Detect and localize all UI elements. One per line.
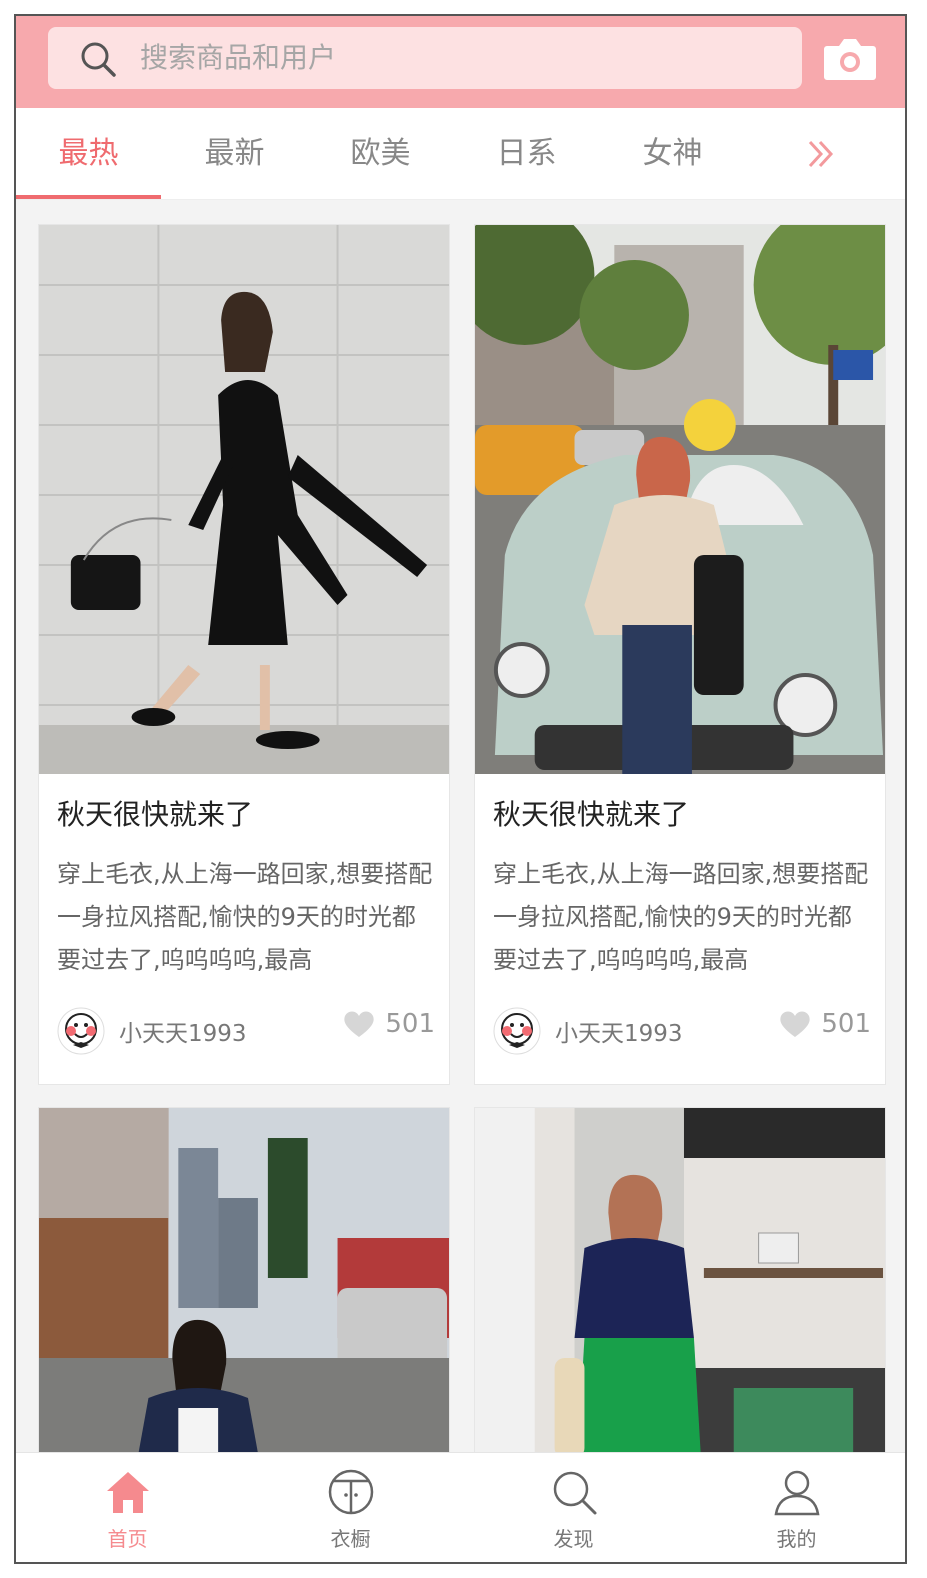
like-number: 501: [385, 1009, 435, 1039]
post-description: 穿上毛衣,从上海一路回家,想要搭配一身拉风搭配,愉快的9天的时光都要过去了,呜呜…: [57, 860, 433, 974]
active-tab-indicator: [16, 195, 161, 199]
post-title: 秋天很快就来了: [57, 798, 254, 831]
heart-icon: [344, 1011, 375, 1037]
tab-hottest[interactable]: 最热: [16, 108, 161, 200]
nav-label: 发现: [553, 1527, 594, 1551]
author-name: 小天天1993: [555, 1021, 683, 1047]
home-icon: [107, 1472, 149, 1513]
post-card[interactable]: 秋天很快就来了 穿上毛衣,从上海一路回家,想要搭配一身拉风搭配,愉快的9天的时光…: [38, 224, 450, 1085]
post-photo: [39, 1108, 449, 1454]
heart-icon: [780, 1011, 811, 1037]
profile-icon: [774, 1470, 820, 1516]
post-photo: [39, 225, 449, 774]
phone-screen: 最热 最新 欧美 日系 女神: [14, 14, 907, 1564]
nav-discover[interactable]: 发现: [462, 1453, 685, 1562]
discover-search-icon: [553, 1471, 597, 1515]
like-number: 501: [821, 1009, 871, 1039]
nav-label: 衣橱: [330, 1527, 371, 1551]
avatar: [57, 1007, 105, 1055]
search-bar[interactable]: [48, 27, 802, 89]
double-chevron-right-icon[interactable]: [802, 108, 842, 200]
nav-wardrobe[interactable]: 衣橱: [239, 1453, 462, 1562]
nav-label: 我的: [776, 1527, 817, 1551]
post-author[interactable]: 小天天1993: [493, 1007, 683, 1055]
post-author[interactable]: 小天天1993: [57, 1007, 247, 1055]
tab-goddess[interactable]: 女神: [600, 108, 745, 200]
tab-newest[interactable]: 最新: [162, 108, 307, 200]
avatar: [493, 1007, 541, 1055]
search-icon: [81, 42, 116, 77]
search-input[interactable]: [140, 27, 780, 89]
nav-home[interactable]: 首页: [16, 1453, 239, 1562]
bottom-navigation: 首页 衣橱 发现 我的: [16, 1452, 905, 1562]
nav-label: 首页: [107, 1527, 148, 1551]
post-card[interactable]: [474, 1107, 886, 1454]
like-count[interactable]: 501: [343, 1009, 435, 1039]
like-count[interactable]: 501: [779, 1009, 871, 1039]
post-description: 穿上毛衣,从上海一路回家,想要搭配一身拉风搭配,愉快的9天的时光都要过去了,呜呜…: [493, 860, 869, 974]
nav-profile[interactable]: 我的: [685, 1453, 905, 1562]
camera-icon[interactable]: [823, 36, 877, 82]
post-photo: [475, 1108, 885, 1454]
tab-japanese[interactable]: 日系: [454, 108, 599, 200]
post-photo: [475, 225, 885, 774]
post-card[interactable]: 秋天很快就来了 穿上毛衣,从上海一路回家,想要搭配一身拉风搭配,愉快的9天的时光…: [474, 224, 886, 1085]
post-title: 秋天很快就来了: [493, 798, 690, 831]
author-name: 小天天1993: [119, 1021, 247, 1047]
wardrobe-icon: [328, 1469, 374, 1515]
post-card[interactable]: [38, 1107, 450, 1454]
top-header: [16, 16, 905, 108]
tab-western[interactable]: 欧美: [308, 108, 453, 200]
post-feed: 秋天很快就来了 穿上毛衣,从上海一路回家,想要搭配一身拉风搭配,愉快的9天的时光…: [16, 204, 905, 1454]
category-tabs: 最热 最新 欧美 日系 女神: [16, 108, 905, 200]
